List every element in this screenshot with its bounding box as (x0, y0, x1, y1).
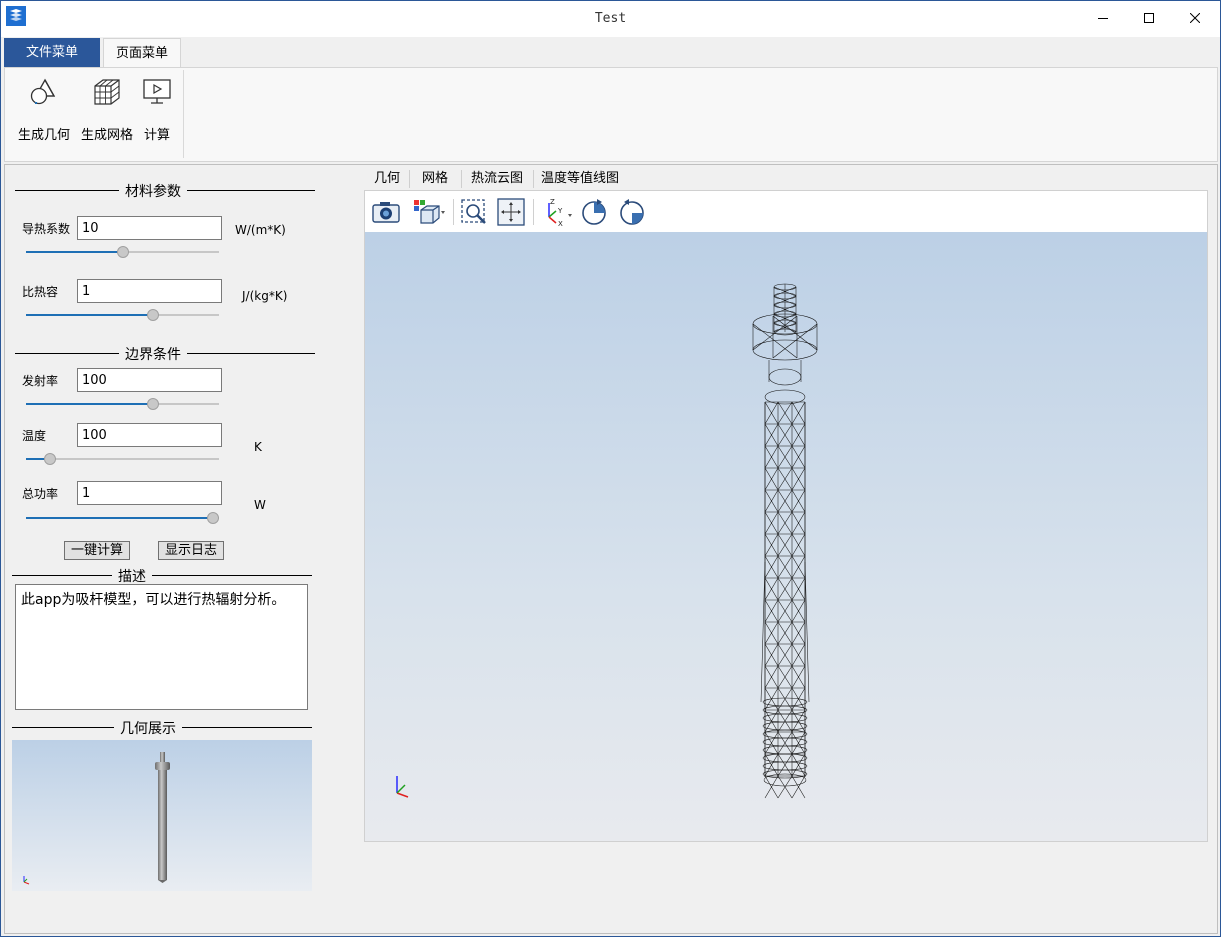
total-power-slider[interactable] (26, 511, 219, 525)
maximize-icon (1144, 13, 1154, 23)
maximize-button[interactable] (1126, 1, 1172, 35)
emissivity-input[interactable] (77, 368, 222, 392)
conductivity-unit: W/(m*K) (235, 223, 286, 237)
minimize-icon (1098, 18, 1108, 19)
axis-z-label: Z (550, 198, 555, 206)
heat-capacity-unit: J/(kg*K) (242, 289, 288, 303)
ribbon-panel: 生成几何 生成网格 计算 (4, 67, 1218, 162)
axes-dropdown[interactable]: Z Y X (539, 197, 575, 227)
geometry-shapes-icon (30, 78, 56, 105)
generate-geometry-button[interactable]: 生成几何 (15, 74, 73, 143)
conductivity-label: 导热系数 (22, 222, 71, 236)
window-title: Test (594, 11, 627, 26)
temperature-input[interactable] (77, 423, 222, 447)
fit-all-button[interactable] (496, 197, 526, 227)
tab-temperature-contour[interactable]: 温度等值线图 (535, 166, 625, 190)
view-cube-icon (414, 200, 445, 224)
slider-thumb[interactable] (44, 453, 57, 465)
camera-icon (372, 202, 400, 223)
rod-preview-image (23, 752, 170, 885)
temperature-slider[interactable] (26, 452, 219, 466)
monitor-play-icon (143, 79, 171, 104)
zoom-box-icon (461, 199, 486, 224)
axes-triad-icon (396, 776, 409, 798)
slider-fill (26, 403, 154, 405)
boundary-section-title: 边界条件 (119, 344, 187, 364)
axis-y-label: Y (557, 207, 563, 215)
calculate-ribbon-label: 计算 (143, 128, 170, 143)
description-section-title: 描述 (112, 566, 152, 586)
geometry-preview-header: 几何展示 (12, 718, 312, 738)
total-power-input[interactable] (77, 481, 222, 505)
geometry-preview (12, 740, 312, 891)
geometry-preview-title: 几何展示 (114, 718, 182, 738)
tab-file-menu[interactable]: 文件菜单 (4, 38, 100, 67)
axes-icon: Z Y X (548, 198, 572, 227)
viewer-panel: Z Y X (364, 190, 1208, 842)
slider-thumb[interactable] (207, 512, 219, 524)
total-power-label: 总功率 (22, 487, 59, 501)
ribbon-tabs: 文件菜单 页面菜单 (4, 38, 1218, 68)
slider-thumb[interactable] (147, 398, 160, 410)
conductivity-input[interactable] (77, 216, 222, 240)
one-click-calculate-button[interactable]: 一键计算 (64, 541, 130, 560)
heat-capacity-label: 比热容 (22, 285, 59, 299)
slider-thumb[interactable] (116, 246, 129, 258)
emissivity-label: 发射率 (22, 374, 59, 388)
calculate-ribbon-button[interactable]: 计算 (139, 74, 175, 143)
zoom-box-button[interactable] (459, 197, 489, 227)
title-bar[interactable]: Test (1, 1, 1220, 37)
mesh-cube-icon (94, 79, 120, 105)
tab-mesh[interactable]: 网格 (411, 166, 459, 190)
rotate-clockwise-button[interactable] (579, 197, 609, 227)
slider-fill (26, 251, 123, 253)
3d-viewport[interactable] (365, 232, 1207, 841)
mini-axes-icon (23, 876, 30, 885)
material-section-header: 材料参数 (15, 181, 315, 201)
temperature-label: 温度 (22, 429, 47, 443)
generate-mesh-button[interactable]: 生成网格 (77, 74, 137, 143)
generate-mesh-label: 生成网格 (80, 128, 133, 143)
boundary-section-header: 边界条件 (15, 344, 315, 364)
tab-geometry[interactable]: 几何 (367, 166, 407, 190)
ribbon-group-divider (183, 70, 184, 158)
viewer-toolbar: Z Y X (365, 191, 1207, 232)
toolbar-separator (453, 199, 454, 225)
content-area: 材料参数 导热系数 W/(m*K) 比热容 J/(kg*K) 边界条件 发射率 (4, 164, 1218, 934)
close-icon (1190, 13, 1200, 23)
tab-heat-flux[interactable]: 热流云图 (463, 166, 531, 190)
temperature-unit: K (254, 440, 262, 454)
mesh-model (396, 283, 818, 799)
conductivity-slider[interactable] (26, 245, 219, 259)
description-textbox[interactable]: 此app为吸杆模型，可以进行热辐射分析。 (15, 584, 308, 710)
view-direction-dropdown[interactable] (411, 197, 447, 227)
generate-geometry-label: 生成几何 (17, 128, 70, 143)
slider-fill (26, 314, 154, 316)
fit-all-icon (497, 198, 525, 226)
heat-capacity-input[interactable] (77, 279, 222, 303)
emissivity-slider[interactable] (26, 397, 219, 411)
toolbar-separator (533, 199, 534, 225)
minimize-button[interactable] (1080, 1, 1126, 35)
rotate-counterclockwise-button[interactable] (617, 197, 647, 227)
total-power-unit: W (254, 498, 266, 512)
viewer-tabs: 几何 网格 热流云图 温度等值线图 (365, 166, 865, 190)
rotate-cw-icon (582, 199, 606, 225)
screenshot-button[interactable] (371, 197, 401, 227)
app-window: Test 文件菜单 页面菜单 生成几何 生成网格 计算 材料参数 导热系数 10… (0, 0, 1221, 937)
tab-page-menu[interactable]: 页面菜单 (103, 38, 181, 68)
description-section-header: 描述 (12, 566, 312, 586)
slider-fill (26, 517, 213, 519)
close-button[interactable] (1172, 1, 1218, 35)
axis-x-label: X (558, 220, 563, 227)
slider-thumb[interactable] (147, 309, 160, 321)
heat-capacity-slider[interactable] (26, 308, 219, 322)
rotate-ccw-icon (620, 199, 644, 225)
material-section-title: 材料参数 (119, 181, 187, 201)
show-log-button[interactable]: 显示日志 (158, 541, 224, 560)
